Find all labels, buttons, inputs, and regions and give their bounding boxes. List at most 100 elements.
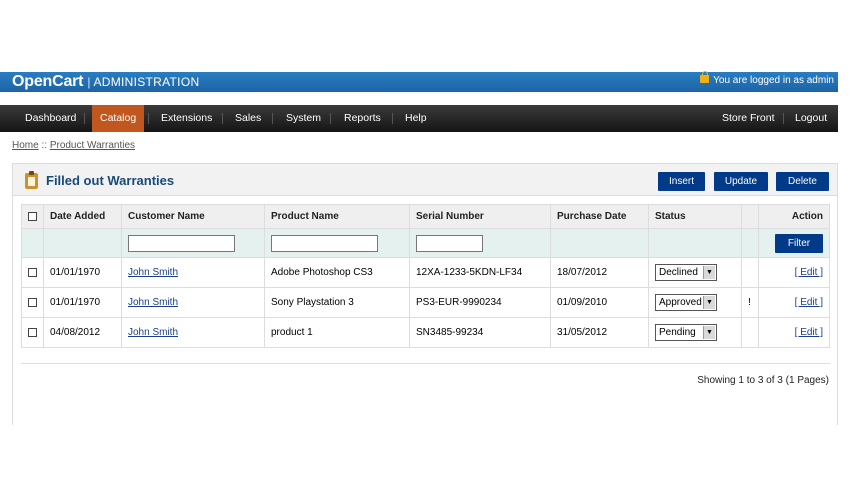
table-row: 01/01/1970 John Smith Adobe Photoshop CS…: [21, 257, 830, 288]
section-name: ADMINISTRATION: [93, 75, 200, 89]
breadcrumb-current-link[interactable]: Product Warranties: [50, 140, 135, 151]
menu-item-logout[interactable]: Logout: [787, 105, 835, 132]
date-added-cell: 04/08/2012: [43, 317, 122, 348]
row-checkbox[interactable]: [28, 297, 37, 307]
menu-divider: [148, 113, 149, 124]
flag-cell: !: [741, 287, 759, 318]
flag-cell: [741, 257, 759, 288]
breadcrumb-separator: ::: [41, 140, 48, 151]
filter-cell: [409, 228, 551, 258]
status-cell: Pending ▼: [648, 317, 742, 348]
menu-divider: [330, 113, 331, 124]
select-all-cell: [21, 204, 44, 229]
product-cell: Sony Playstation 3: [264, 287, 410, 318]
status-cell: Declined ▼: [648, 257, 742, 288]
menu-item-dashboard[interactable]: Dashboard: [17, 105, 84, 132]
customer-link[interactable]: John Smith: [128, 327, 178, 338]
status-value: Declined: [659, 267, 698, 278]
purchase-date-cell: 31/05/2012: [550, 317, 649, 348]
delete-button[interactable]: Delete: [776, 172, 829, 191]
page-title: Filled out Warranties: [46, 173, 175, 188]
brand-name: OpenCart: [12, 73, 84, 90]
row-checkbox[interactable]: [28, 327, 37, 337]
select-all-checkbox[interactable]: [28, 211, 37, 221]
product-cell: product 1: [264, 317, 410, 348]
dropdown-arrow-icon: ▼: [703, 296, 715, 309]
column-header-flag: [741, 204, 759, 229]
column-header-status[interactable]: Status: [648, 204, 742, 229]
filter-cell: [648, 228, 742, 258]
login-status: You are logged in as admin: [700, 71, 834, 86]
menu-item-help[interactable]: Help: [397, 105, 435, 132]
flag-cell: [741, 317, 759, 348]
table-row: 04/08/2012 John Smith product 1 SN3485-9…: [21, 317, 830, 348]
filter-cell: [121, 228, 265, 258]
edit-link[interactable]: [ Edit ]: [795, 267, 823, 278]
purchase-date-cell: 01/09/2010: [550, 287, 649, 318]
action-cell: [ Edit ]: [758, 257, 830, 288]
customer-link[interactable]: John Smith: [128, 267, 178, 278]
filter-product-input[interactable]: [271, 234, 378, 252]
table-row: 01/01/1970 John Smith Sony Playstation 3…: [21, 287, 830, 318]
status-select[interactable]: Declined ▼: [655, 264, 717, 281]
column-header-customer-name[interactable]: Customer Name: [121, 204, 265, 229]
menu-item-store-front[interactable]: Store Front: [714, 105, 783, 132]
serial-cell: 12XA-1233-5KDN-LF34: [409, 257, 551, 288]
menu-item-system[interactable]: System: [278, 105, 329, 132]
logo-separator: |: [87, 75, 91, 89]
menu-item-catalog[interactable]: Catalog: [92, 105, 145, 132]
menu-divider: [272, 113, 273, 124]
insert-button[interactable]: Insert: [658, 172, 705, 191]
edit-link[interactable]: [ Edit ]: [795, 297, 823, 308]
dropdown-arrow-icon: ▼: [703, 326, 715, 339]
filter-customer-input[interactable]: [128, 234, 235, 252]
filter-serial-input[interactable]: [416, 234, 483, 252]
app-header: OpenCart | ADMINISTRATION You are logged i…: [0, 71, 838, 92]
breadcrumb: Home :: Product Warranties: [12, 140, 135, 151]
column-header-serial-number[interactable]: Serial Number: [409, 204, 551, 229]
status-select[interactable]: Pending ▼: [655, 324, 717, 341]
date-added-cell: 01/01/1970: [43, 287, 122, 318]
serial-cell: SN3485-99234: [409, 317, 551, 348]
menu-item-sales[interactable]: Sales: [227, 105, 269, 132]
update-button[interactable]: Update: [714, 172, 768, 191]
column-header-product-name[interactable]: Product Name: [264, 204, 410, 229]
filter-cell: [550, 228, 649, 258]
customer-link[interactable]: John Smith: [128, 297, 178, 308]
column-header-date-added[interactable]: Date Added: [43, 204, 122, 229]
filter-button[interactable]: Filter: [775, 233, 823, 253]
row-select-cell: [21, 257, 44, 288]
menu-divider: [84, 113, 85, 124]
action-cell: [ Edit ]: [758, 287, 830, 318]
row-select-cell: [21, 287, 44, 318]
clipboard-icon: [25, 171, 38, 189]
login-text: You are logged in as admin: [713, 75, 834, 86]
box-heading: Filled out Warranties Insert Update Dele…: [13, 163, 837, 196]
status-select[interactable]: Approved ▼: [655, 294, 717, 311]
customer-cell: John Smith: [121, 317, 265, 348]
filter-row: Filter: [21, 228, 830, 258]
row-checkbox[interactable]: [28, 267, 37, 277]
column-header-action: Action: [758, 204, 830, 229]
breadcrumb-home-link[interactable]: Home: [12, 140, 39, 151]
serial-cell: PS3-EUR-9990234: [409, 287, 551, 318]
row-select-cell: [21, 317, 44, 348]
dropdown-arrow-icon: ▼: [703, 266, 715, 279]
action-cell: [ Edit ]: [758, 317, 830, 348]
content-box: Filled out Warranties Insert Update Dele…: [12, 163, 838, 425]
lock-icon: [700, 71, 710, 83]
menu-item-extensions[interactable]: Extensions: [153, 105, 220, 132]
column-header-purchase-date[interactable]: Purchase Date: [550, 204, 649, 229]
logo[interactable]: OpenCart | ADMINISTRATION: [12, 73, 199, 91]
customer-cell: John Smith: [121, 287, 265, 318]
filter-cell: Filter: [758, 228, 830, 258]
pagination-results: Showing 1 to 3 of 3 (1 Pages): [697, 375, 829, 386]
menu-item-reports[interactable]: Reports: [336, 105, 389, 132]
main-menu: Dashboard Catalog Extensions Sales Syste…: [0, 105, 838, 132]
filter-cell: [741, 228, 759, 258]
status-value: Pending: [659, 327, 696, 338]
edit-link[interactable]: [ Edit ]: [795, 327, 823, 338]
divider: [21, 363, 830, 364]
menu-divider: [392, 113, 393, 124]
filter-cell: [21, 228, 44, 258]
